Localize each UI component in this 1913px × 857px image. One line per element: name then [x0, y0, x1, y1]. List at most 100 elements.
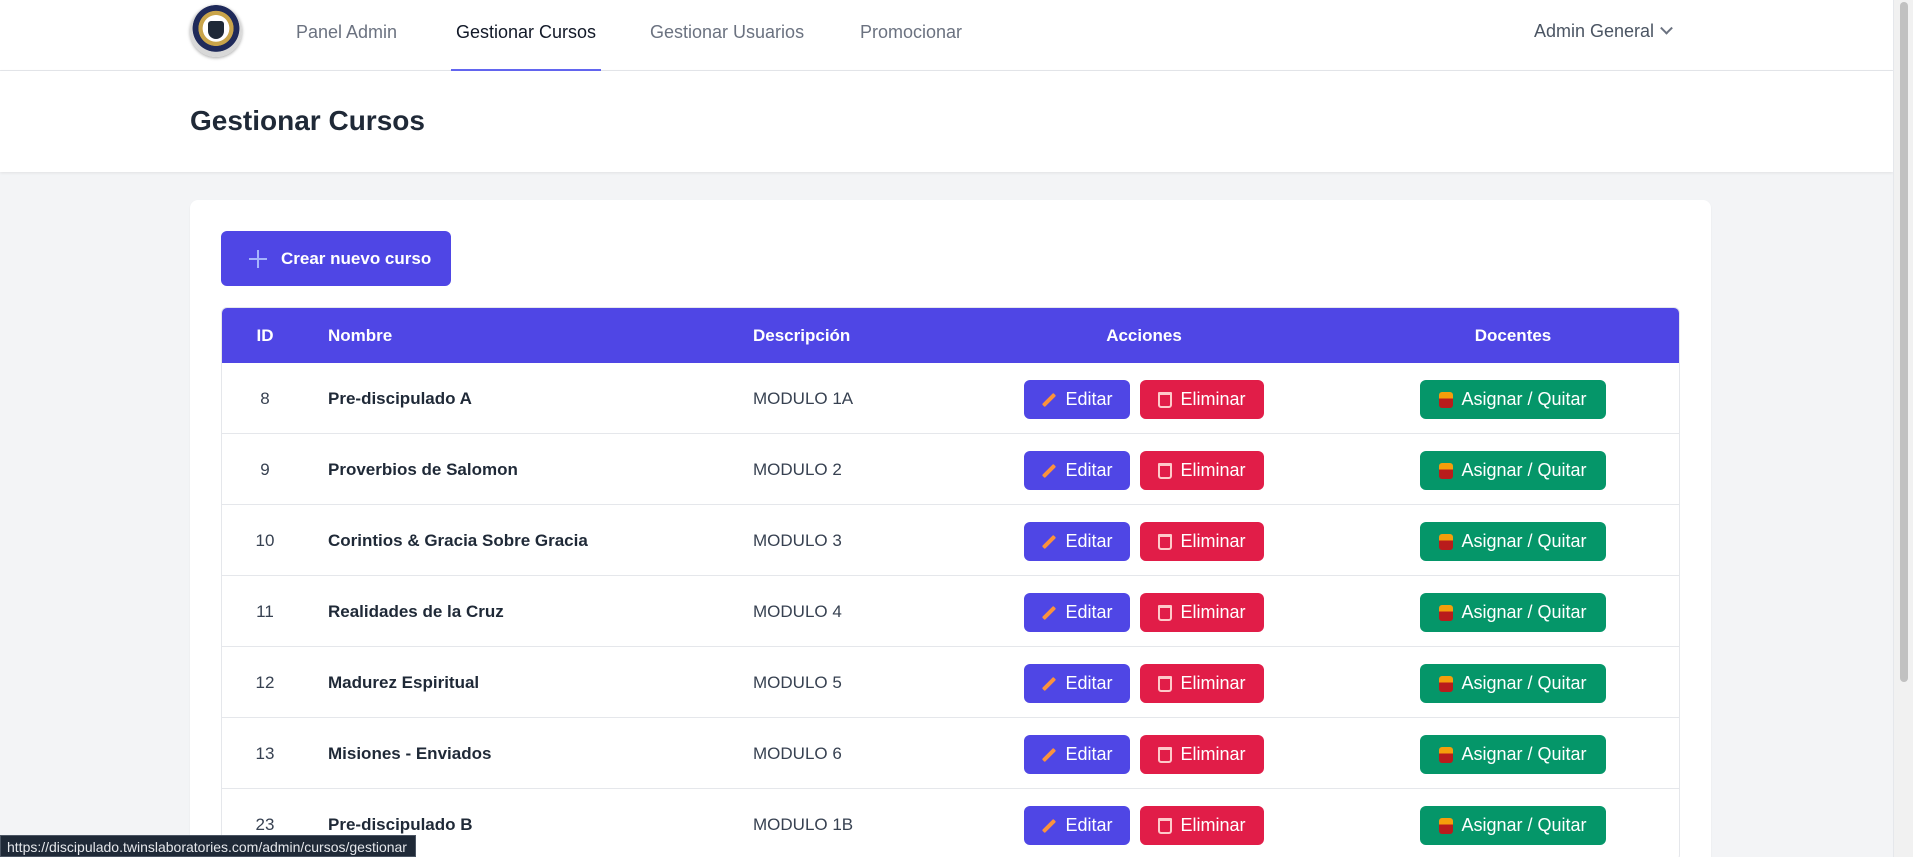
create-course-button[interactable]: Crear nuevo curso	[221, 231, 451, 286]
chevron-down-icon	[1660, 21, 1673, 35]
create-course-label: Crear nuevo curso	[281, 248, 432, 268]
courses-table: ID Nombre Descripción Acciones Docentes …	[221, 307, 1680, 857]
course-id: 13	[255, 744, 275, 763]
course-description: MODULO 5	[753, 673, 842, 692]
column-header-description: Descripción	[753, 326, 851, 345]
edit-button[interactable]: Editar	[1024, 522, 1130, 561]
assign-teacher-button[interactable]: Asignar / Quitar	[1420, 593, 1606, 632]
teacher-icon	[1439, 533, 1454, 550]
course-name: Proverbios de Salomon	[328, 460, 518, 479]
course-description: MODULO 4	[753, 602, 842, 621]
delete-label: Eliminar	[1180, 815, 1246, 835]
table-row: 13 Misiones - Enviados MODULO 6 Editar E…	[222, 718, 1679, 789]
assign-label: Asignar / Quitar	[1461, 389, 1587, 409]
assign-teacher-button[interactable]: Asignar / Quitar	[1420, 522, 1606, 561]
pencil-icon	[1042, 818, 1057, 833]
logo[interactable]	[190, 5, 242, 57]
course-id: 10	[255, 531, 275, 550]
teacher-icon	[1439, 462, 1454, 479]
delete-button[interactable]: Eliminar	[1140, 593, 1264, 632]
delete-button[interactable]: Eliminar	[1140, 380, 1264, 419]
teacher-icon	[1439, 817, 1454, 834]
assign-teacher-button[interactable]: Asignar / Quitar	[1420, 380, 1606, 419]
page-title: Gestionar Cursos	[190, 105, 425, 136]
plus-icon	[249, 249, 267, 268]
delete-button[interactable]: Eliminar	[1140, 735, 1264, 774]
course-name: Madurez Espiritual	[328, 673, 480, 692]
edit-label: Editar	[1065, 815, 1113, 835]
course-description: MODULO 1A	[753, 389, 854, 408]
pencil-icon	[1042, 605, 1057, 620]
course-id: 11	[256, 602, 274, 621]
column-header-name: Nombre	[328, 326, 393, 345]
assign-teacher-button[interactable]: Asignar / Quitar	[1420, 451, 1606, 490]
course-name: Pre-discipulado A	[328, 389, 472, 408]
assign-label: Asignar / Quitar	[1461, 744, 1587, 764]
trash-icon	[1158, 462, 1173, 479]
delete-button[interactable]: Eliminar	[1140, 522, 1264, 561]
edit-button[interactable]: Editar	[1024, 451, 1130, 490]
edit-button[interactable]: Editar	[1024, 806, 1130, 845]
table-header: ID Nombre Descripción Acciones Docentes	[222, 308, 1679, 363]
course-description: MODULO 2	[753, 460, 842, 479]
table-row: 10 Corintios & Gracia Sobre Gracia MODUL…	[222, 505, 1679, 576]
delete-button[interactable]: Eliminar	[1140, 451, 1264, 490]
edit-button[interactable]: Editar	[1024, 735, 1130, 774]
pencil-icon	[1042, 747, 1057, 762]
assign-label: Asignar / Quitar	[1461, 815, 1587, 835]
assign-teacher-button[interactable]: Asignar / Quitar	[1420, 664, 1606, 703]
delete-label: Eliminar	[1180, 531, 1246, 551]
course-name: Misiones - Enviados	[328, 744, 492, 763]
nav-link-gestionar-usuarios[interactable]: Gestionar Usuarios	[650, 0, 804, 71]
delete-label: Eliminar	[1180, 602, 1246, 622]
trash-icon	[1158, 533, 1173, 550]
edit-button[interactable]: Editar	[1024, 380, 1130, 419]
delete-button[interactable]: Eliminar	[1140, 664, 1264, 703]
scrollbar-thumb[interactable]	[1900, 2, 1908, 682]
teacher-icon	[1439, 675, 1454, 692]
table-row: 8 Pre-discipulado A MODULO 1A Editar Eli…	[222, 363, 1679, 434]
edit-label: Editar	[1065, 744, 1113, 764]
teacher-icon	[1439, 604, 1454, 621]
course-name: Realidades de la Cruz	[328, 602, 504, 621]
pencil-icon	[1042, 676, 1057, 691]
assign-label: Asignar / Quitar	[1461, 531, 1587, 551]
edit-label: Editar	[1065, 673, 1113, 693]
assign-teacher-button[interactable]: Asignar / Quitar	[1420, 806, 1606, 845]
course-id: 9	[260, 460, 270, 479]
assign-label: Asignar / Quitar	[1461, 673, 1587, 693]
delete-button[interactable]: Eliminar	[1140, 806, 1264, 845]
course-description: MODULO 3	[753, 531, 842, 550]
user-menu[interactable]: Admin General	[1534, 0, 1673, 62]
teacher-icon	[1439, 391, 1454, 408]
nav-link-promocionar[interactable]: Promocionar	[860, 0, 962, 71]
assign-label: Asignar / Quitar	[1461, 602, 1587, 622]
edit-button[interactable]: Editar	[1024, 593, 1130, 632]
assign-label: Asignar / Quitar	[1461, 460, 1587, 480]
table-body: 8 Pre-discipulado A MODULO 1A Editar Eli…	[222, 363, 1679, 857]
course-id: 8	[260, 389, 270, 408]
trash-icon	[1158, 817, 1173, 834]
column-header-id: ID	[256, 326, 274, 345]
pencil-icon	[1042, 392, 1057, 407]
delete-label: Eliminar	[1180, 460, 1246, 480]
nav-link-panel-admin[interactable]: Panel Admin	[296, 0, 397, 71]
assign-teacher-button[interactable]: Asignar / Quitar	[1420, 735, 1606, 774]
course-name: Corintios & Gracia Sobre Gracia	[328, 531, 588, 550]
course-description: MODULO 6	[753, 744, 842, 763]
trash-icon	[1158, 675, 1173, 692]
edit-label: Editar	[1065, 460, 1113, 480]
page-header: Gestionar Cursos	[0, 71, 1893, 172]
courses-card: Crear nuevo curso ID Nombre Descripción …	[190, 200, 1711, 857]
trash-icon	[1158, 604, 1173, 621]
pencil-icon	[1042, 463, 1057, 478]
edit-label: Editar	[1065, 602, 1113, 622]
table-row: 12 Madurez Espiritual MODULO 5 Editar El…	[222, 647, 1679, 718]
edit-label: Editar	[1065, 389, 1113, 409]
delete-label: Eliminar	[1180, 673, 1246, 693]
table-row: 11 Realidades de la Cruz MODULO 4 Editar…	[222, 576, 1679, 647]
trash-icon	[1158, 391, 1173, 408]
nav-link-gestionar-cursos[interactable]: Gestionar Cursos	[451, 0, 602, 71]
edit-button[interactable]: Editar	[1024, 664, 1130, 703]
scrollbar[interactable]	[1893, 0, 1913, 857]
